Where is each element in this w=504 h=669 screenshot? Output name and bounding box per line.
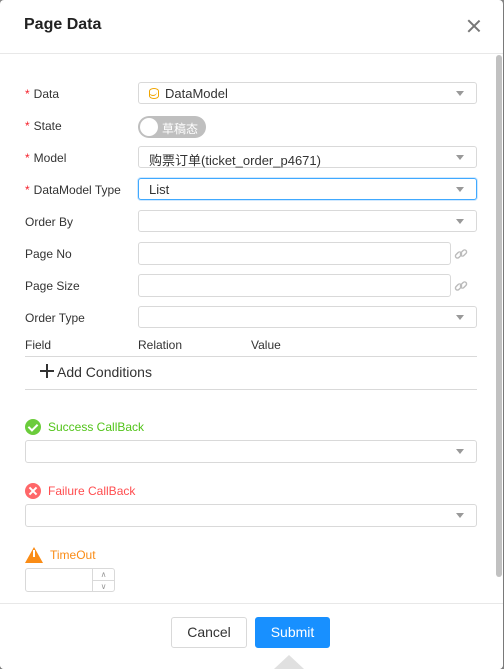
close-icon[interactable] xyxy=(462,14,486,38)
order-type-label: Order Type xyxy=(25,311,85,325)
dialog-footer: Cancel Submit xyxy=(0,603,503,669)
timeout-label: TimeOut xyxy=(25,547,96,563)
increment-icon[interactable]: ∧ xyxy=(92,569,114,580)
toggle-text: 草稿态 xyxy=(162,122,199,136)
add-conditions-button[interactable]: Add Conditions xyxy=(40,364,152,380)
warning-icon xyxy=(25,547,43,563)
toggle-knob xyxy=(140,118,158,136)
page-no-input[interactable] xyxy=(138,242,451,265)
dialog-title: Page Data xyxy=(24,16,102,33)
chevron-down-icon xyxy=(456,91,464,96)
data-label: * Data xyxy=(25,87,60,101)
state-toggle[interactable]: 草稿态 xyxy=(138,116,206,138)
chevron-down-icon xyxy=(456,315,464,320)
page-data-dialog: Page Data * Data DataModel * State 草稿态 * Mo… xyxy=(0,0,503,669)
order-by-select[interactable] xyxy=(138,210,477,232)
value-column-header: Value xyxy=(251,338,281,352)
chevron-down-icon xyxy=(456,219,464,224)
model-select-value: 购票订单(ticket_order_p4671) xyxy=(149,153,321,168)
model-label: * Model xyxy=(25,151,67,165)
timeout-input[interactable]: ∧ ∨ xyxy=(25,568,115,592)
state-label: * State xyxy=(25,119,62,133)
order-type-select[interactable] xyxy=(138,306,477,328)
database-icon xyxy=(149,88,159,99)
plus-icon xyxy=(40,364,54,378)
decrement-icon[interactable]: ∨ xyxy=(92,580,114,592)
page-no-label: Page No xyxy=(25,247,72,261)
link-icon[interactable] xyxy=(454,279,468,293)
field-column-header: Field xyxy=(25,338,52,352)
order-by-label: Order By xyxy=(25,215,74,229)
error-circle-icon xyxy=(25,483,41,499)
failure-callback-select[interactable] xyxy=(25,504,477,527)
failure-callback-label: Failure CallBack xyxy=(25,483,135,499)
chevron-down-icon xyxy=(456,155,464,160)
page-size-input[interactable] xyxy=(138,274,451,297)
chevron-down-icon xyxy=(456,449,464,454)
chevron-down-icon xyxy=(456,513,464,518)
check-circle-icon xyxy=(25,419,41,435)
collapse-arrow-icon xyxy=(274,655,304,669)
cancel-button[interactable]: Cancel xyxy=(171,617,247,648)
success-callback-label: Success CallBack xyxy=(25,419,144,435)
chevron-down-icon xyxy=(456,187,464,192)
divider xyxy=(25,389,477,390)
submit-button[interactable]: Submit xyxy=(255,617,330,648)
datamodel-type-select[interactable]: List xyxy=(138,178,477,200)
datamodel-type-label: * DataModel Type xyxy=(25,183,121,197)
success-callback-select[interactable] xyxy=(25,440,477,463)
page-size-label: Page Size xyxy=(25,279,80,293)
link-icon[interactable] xyxy=(454,247,468,261)
dialog-header: Page Data xyxy=(0,0,503,54)
data-select[interactable]: DataModel xyxy=(138,82,477,104)
model-select[interactable]: 购票订单(ticket_order_p4671) xyxy=(138,146,477,168)
datamodel-type-value: List xyxy=(149,182,170,197)
data-select-value: DataModel xyxy=(165,86,228,101)
scrollbar[interactable] xyxy=(496,55,502,577)
divider xyxy=(25,356,477,357)
relation-column-header: Relation xyxy=(138,338,183,352)
